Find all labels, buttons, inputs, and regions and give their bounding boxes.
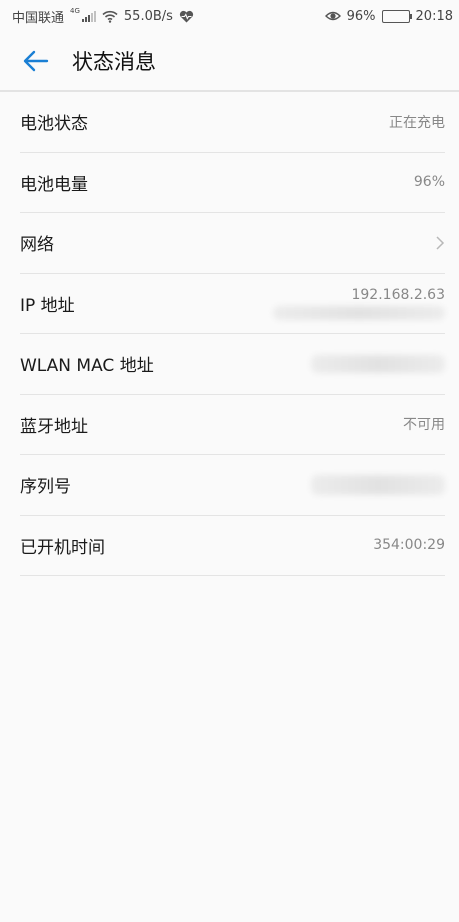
ip-value-stack: 192.168.2.63	[273, 287, 445, 320]
row-value: 正在充电	[389, 114, 445, 131]
row-label: WLAN MAC 地址	[20, 356, 154, 377]
redacted-value	[273, 305, 445, 320]
back-arrow-icon	[23, 50, 49, 72]
redacted-value	[311, 474, 445, 495]
row-label: 已开机时间	[20, 537, 105, 558]
row-ip-address: IP 地址 192.168.2.63	[20, 274, 445, 334]
network-type-label: 4G	[70, 7, 80, 15]
row-uptime: 已开机时间 354:00:29	[20, 516, 445, 576]
eye-icon	[324, 11, 341, 21]
redacted-value	[311, 354, 445, 373]
status-bar-left: 中国联通 4G 55.0B/s	[12, 7, 194, 26]
back-button[interactable]	[0, 31, 72, 91]
status-list: 电池状态 正在充电 电池电量 96% 网络 IP 地址 192.168.2.63…	[0, 92, 459, 576]
network-speed: 55.0B/s	[123, 8, 173, 24]
row-label: 序列号	[20, 477, 71, 498]
row-wlan-mac: WLAN MAC 地址	[20, 334, 445, 395]
row-label: 网络	[20, 235, 54, 256]
row-label: 蓝牙地址	[20, 416, 88, 437]
row-value: 不可用	[403, 417, 445, 434]
row-battery-level: 电池电量 96%	[20, 153, 445, 213]
row-label: IP 地址	[20, 295, 75, 316]
battery-icon	[381, 9, 412, 23]
row-value: 96%	[413, 174, 445, 191]
row-label: 电池电量	[20, 174, 88, 195]
row-network[interactable]: 网络	[20, 213, 445, 274]
app-header: 状态消息	[0, 32, 459, 92]
status-bar: 中国联通 4G 55.0B/s 96% 20:18	[0, 0, 459, 32]
status-bar-right: 96% 20:18	[324, 8, 453, 24]
row-bluetooth-address: 蓝牙地址 不可用	[20, 395, 445, 455]
row-serial-number: 序列号	[20, 455, 445, 516]
carrier-label: 中国联通	[12, 10, 65, 26]
row-value: 192.168.2.63	[351, 286, 445, 303]
row-value: 354:00:29	[373, 537, 445, 554]
page-title: 状态消息	[72, 50, 156, 74]
row-label: 电池状态	[20, 114, 88, 135]
clock: 20:18	[415, 8, 453, 24]
row-battery-status: 电池状态 正在充电	[20, 92, 445, 153]
wifi-icon	[102, 10, 118, 23]
battery-percent: 96%	[346, 8, 376, 24]
chevron-right-icon	[436, 236, 445, 250]
signal-icon	[81, 10, 96, 22]
heart-icon	[179, 10, 194, 22]
